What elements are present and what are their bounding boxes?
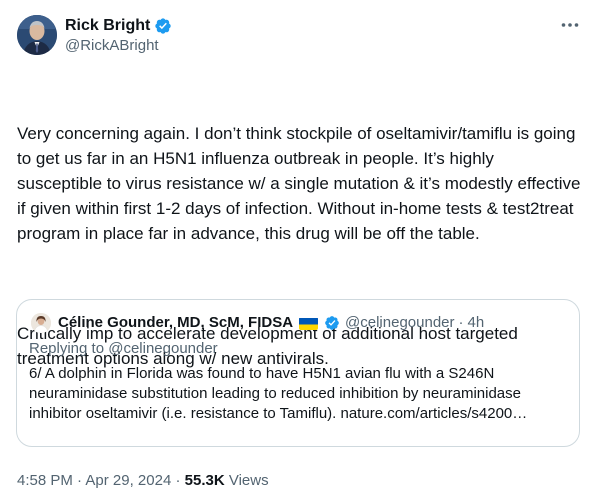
more-horizontal-icon [561, 23, 579, 27]
views-count[interactable]: 55.3K [185, 472, 225, 489]
quote-replying-to: Replying to @celinegounder [29, 340, 218, 357]
tweet-paragraph: Very concerning again. I don’t think sto… [17, 124, 586, 243]
more-options-button[interactable] [559, 16, 581, 34]
quote-avatar-image [31, 313, 51, 333]
author-name[interactable]: Rick Bright [65, 16, 150, 36]
author-handle[interactable]: @RickABright [65, 37, 159, 55]
quote-timestamp[interactable]: 4h [468, 313, 485, 333]
quote-author-avatar [31, 313, 51, 333]
quote-text: 6/ A dolphin in Florida was found to hav… [29, 365, 528, 422]
views-label: Views [228, 472, 269, 489]
separator-dot: · [77, 472, 83, 489]
verified-badge-icon [324, 315, 340, 331]
tweet-time[interactable]: 4:58 PM [17, 472, 73, 489]
avatar-image [17, 15, 57, 55]
tweet-meta: 4:58 PM · Apr 29, 2024 · 55.3K Views [17, 472, 269, 490]
author-avatar[interactable] [17, 15, 57, 55]
tweet-date[interactable]: Apr 29, 2024 [85, 472, 171, 489]
separator-dot: · [175, 472, 181, 489]
tweet-card: Rick Bright @RickABright Very concerning… [0, 0, 597, 502]
quote-header: Céline Gounder, MD, ScM, FIDSA @celinego… [58, 313, 484, 333]
quoted-tweet[interactable]: Céline Gounder, MD, ScM, FIDSA @celinego… [16, 299, 580, 447]
quote-author-handle[interactable]: @celinegounder [345, 313, 454, 333]
verified-badge-icon [154, 17, 172, 35]
ukraine-flag-icon [299, 317, 319, 330]
quote-author-name[interactable]: Céline Gounder, MD, ScM, FIDSA [58, 313, 293, 333]
separator-dot: · [458, 314, 464, 331]
author-name-row[interactable]: Rick Bright [65, 16, 172, 36]
